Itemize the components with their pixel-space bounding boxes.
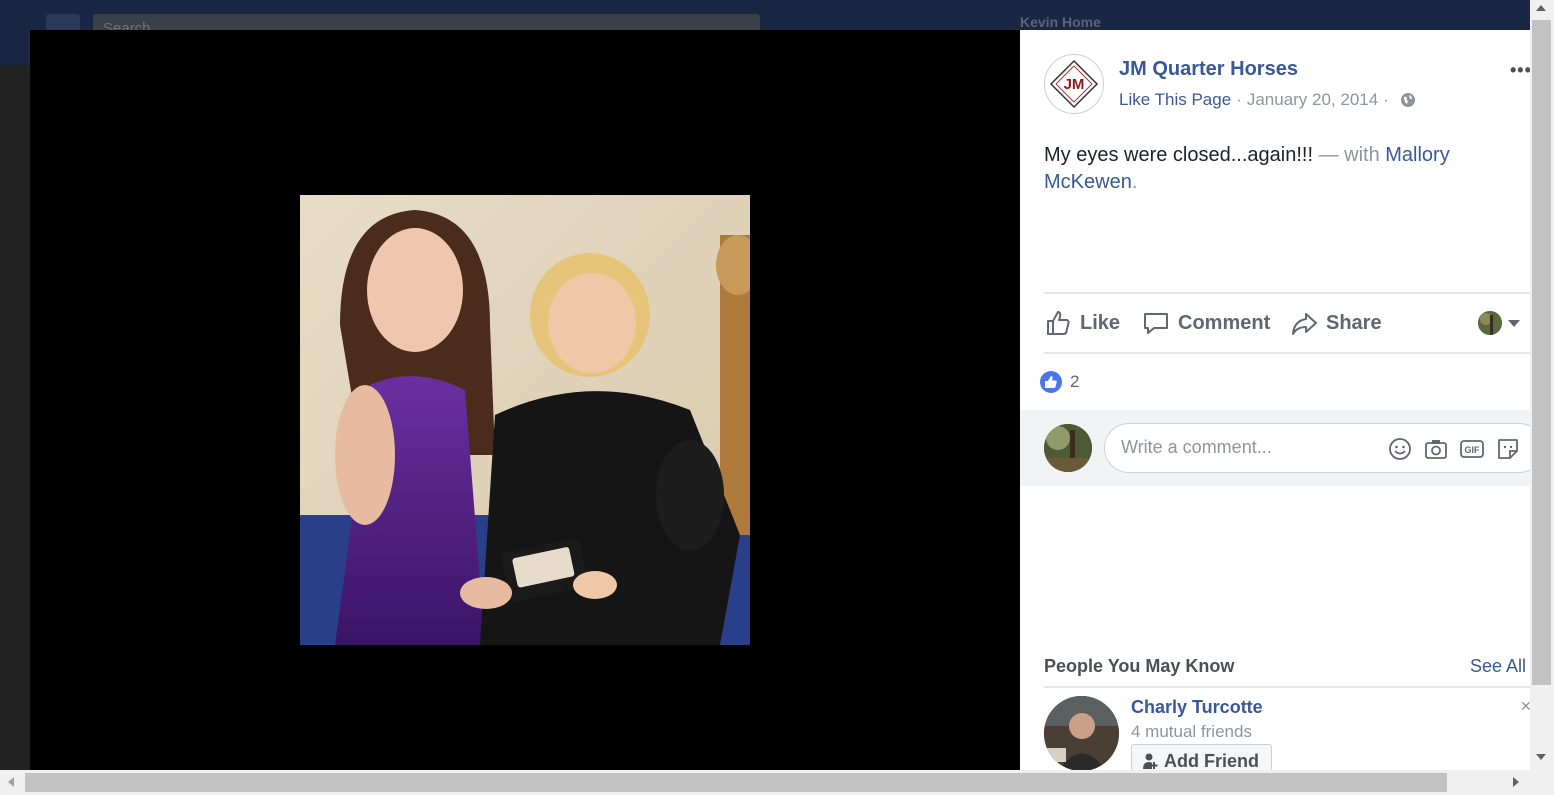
like-page-link[interactable]: Like This Page [1119, 90, 1231, 110]
more-icon[interactable]: ••• [1510, 60, 1530, 81]
horizontal-scrollbar-thumb[interactable] [25, 773, 1447, 792]
photo-stage[interactable] [30, 30, 1020, 770]
share-label: Share [1326, 311, 1382, 334]
scroll-left-icon[interactable] [8, 777, 14, 787]
reactions-summary[interactable]: 2 [1040, 371, 1079, 393]
see-all-link[interactable]: See All [1470, 656, 1526, 677]
background-user-nav: Kevin Home [1020, 14, 1101, 30]
sticker-icon[interactable] [1495, 436, 1521, 462]
vertical-scrollbar-thumb[interactable] [1532, 20, 1551, 685]
avatar [1044, 424, 1092, 472]
add-friend-button[interactable]: Add Friend [1131, 744, 1272, 770]
caret-down-icon [1508, 319, 1520, 327]
meta-separator: · [1236, 90, 1242, 109]
post-date[interactable]: January 20, 2014 [1247, 90, 1378, 110]
reaction-author-selector[interactable] [1478, 306, 1520, 340]
post-photo[interactable] [300, 195, 750, 645]
scroll-down-icon[interactable] [1536, 754, 1546, 760]
with-text: — with [1313, 144, 1386, 166]
add-friend-icon [1143, 753, 1158, 769]
globe-icon[interactable] [1400, 92, 1416, 108]
comment-box: GIF [1104, 423, 1530, 473]
page-avatar[interactable]: JM [1044, 54, 1104, 114]
like-label: Like [1080, 311, 1121, 334]
emoji-icon[interactable] [1387, 436, 1413, 462]
post-side-panel: JM JM Quarter Horses Like This Page · Ja… [1020, 30, 1530, 770]
comment-button[interactable]: Comment [1142, 306, 1270, 340]
share-button[interactable]: Share [1290, 306, 1382, 340]
divider [1044, 292, 1530, 294]
like-reaction-icon [1040, 371, 1062, 393]
post-meta: Like This Page · January 20, 2014 · [1119, 90, 1416, 110]
divider [1044, 352, 1530, 354]
mutual-friends[interactable]: 4 mutual friends [1131, 722, 1252, 742]
comment-label: Comment [1178, 311, 1271, 334]
divider [1044, 686, 1530, 688]
meta-separator: · [1383, 90, 1389, 109]
add-friend-label: Add Friend [1164, 750, 1259, 771]
close-icon[interactable]: ✕ [1520, 698, 1530, 715]
comment-composer: GIF [1020, 410, 1530, 486]
person-name-link[interactable]: Charly Turcotte [1131, 697, 1263, 718]
svg-text:JM: JM [1064, 76, 1085, 93]
like-button[interactable]: Like [1044, 306, 1120, 340]
scroll-up-icon[interactable] [1536, 5, 1546, 11]
tag-period: . [1131, 171, 1138, 193]
page-name-link[interactable]: JM Quarter Horses [1119, 58, 1298, 81]
like-icon [1047, 311, 1070, 335]
avatar[interactable] [1044, 696, 1119, 770]
post-message: My eyes were closed...again!!! — with Ma… [1044, 142, 1504, 196]
post-text: My eyes were closed...again!!! [1044, 144, 1314, 166]
camera-icon[interactable] [1423, 436, 1449, 462]
scroll-right-icon[interactable] [1513, 777, 1519, 787]
reaction-count: 2 [1070, 372, 1080, 391]
svg-text:GIF: GIF [1465, 445, 1481, 455]
pymk-title: People You May Know [1044, 656, 1235, 676]
share-icon [1292, 313, 1317, 335]
avatar [1478, 311, 1502, 335]
comment-input[interactable] [1119, 436, 1373, 459]
comment-icon [1144, 313, 1168, 334]
gif-icon[interactable]: GIF [1459, 436, 1485, 462]
